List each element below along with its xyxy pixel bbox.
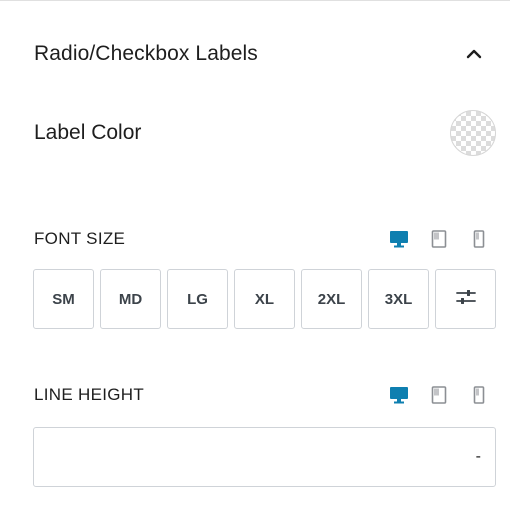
sliders-icon	[455, 288, 477, 310]
mobile-icon[interactable]	[468, 228, 490, 250]
font-size-header: FONT SIZE	[34, 227, 490, 251]
top-divider	[0, 0, 510, 1]
line-height-unit: -	[475, 448, 481, 465]
line-height-device-switcher	[388, 384, 490, 406]
desktop-icon[interactable]	[388, 228, 410, 250]
font-size-lg-button[interactable]: LG	[167, 269, 228, 329]
font-size-2xl-button[interactable]: 2XL	[301, 269, 362, 329]
section-title: Radio/Checkbox Labels	[34, 42, 258, 65]
font-size-xl-button[interactable]: XL	[234, 269, 295, 329]
font-size-md-button[interactable]: MD	[100, 269, 161, 329]
section-header[interactable]: Radio/Checkbox Labels	[34, 40, 492, 68]
label-color-row: Label Color	[34, 110, 496, 156]
font-size-label: FONT SIZE	[34, 229, 126, 248]
settings-panel: Radio/Checkbox Labels Label Color FONT S…	[0, 0, 510, 524]
font-size-sm-button[interactable]: SM	[33, 269, 94, 329]
mobile-icon[interactable]	[468, 384, 490, 406]
line-height-label: LINE HEIGHT	[34, 385, 145, 404]
font-size-device-switcher	[388, 228, 490, 250]
label-color-swatch[interactable]	[450, 110, 496, 156]
line-height-header: LINE HEIGHT	[34, 383, 490, 407]
tablet-icon[interactable]	[428, 228, 450, 250]
font-size-custom-button[interactable]	[435, 269, 496, 329]
font-size-presets: SM MD LG XL 2XL 3XL	[33, 269, 496, 329]
line-height-input[interactable]: -	[33, 427, 496, 487]
font-size-3xl-button[interactable]: 3XL	[368, 269, 429, 329]
desktop-icon[interactable]	[388, 384, 410, 406]
chevron-up-icon[interactable]	[462, 42, 486, 66]
tablet-icon[interactable]	[428, 384, 450, 406]
label-color-label: Label Color	[34, 121, 142, 144]
